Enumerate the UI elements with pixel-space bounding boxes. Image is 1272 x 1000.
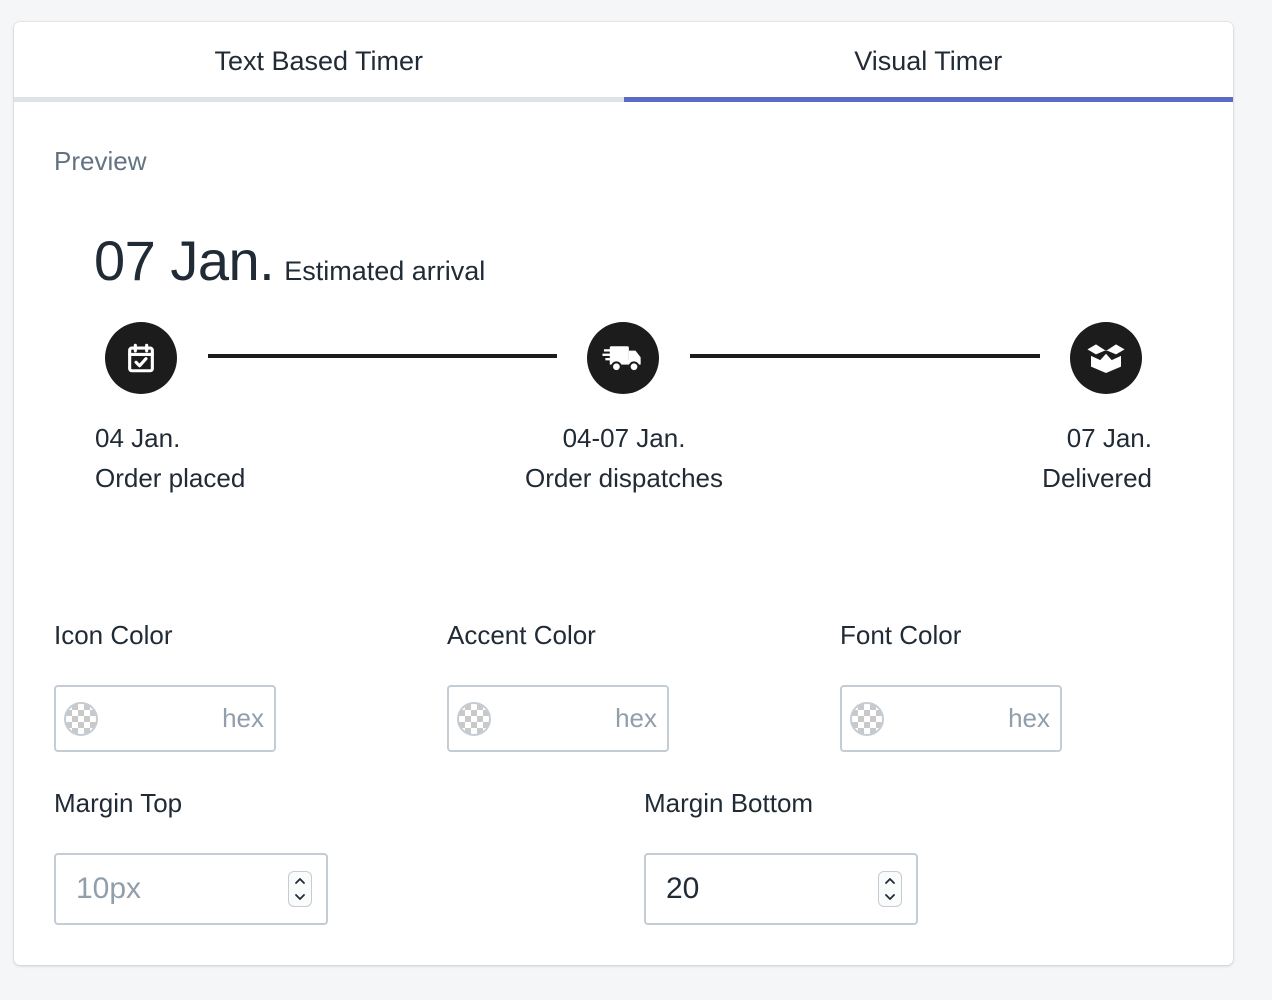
- calendar-check-icon: [128, 343, 154, 373]
- tab-text-based-timer[interactable]: Text Based Timer: [14, 22, 624, 102]
- estimated-arrival-date: 07 Jan.: [94, 229, 275, 292]
- tab-label: Visual Timer: [854, 45, 1003, 76]
- tab-visual-timer[interactable]: Visual Timer: [623, 22, 1234, 102]
- step-label: Order dispatches: [525, 463, 723, 493]
- truck-icon: [602, 346, 641, 373]
- margin-top-placeholder: 10px: [76, 872, 142, 905]
- visual-timer-card: Text Based Timer Visual Timer Preview 07…: [14, 22, 1233, 965]
- step-date: 07 Jan.: [1066, 423, 1152, 453]
- step-date: 04 Jan.: [95, 423, 181, 453]
- step-label: Order placed: [95, 463, 246, 493]
- box-icon: [1087, 344, 1125, 373]
- hex-placeholder: hex: [222, 703, 264, 733]
- step-order-dispatches: [587, 322, 659, 394]
- timeline-connector: [208, 354, 557, 358]
- step-order-placed-text: 04 Jan. Order placed: [95, 418, 245, 498]
- margin-bottom-stepper[interactable]: [878, 871, 902, 907]
- timer-tabs: Text Based Timer Visual Timer: [14, 22, 1233, 102]
- hex-placeholder: hex: [615, 703, 657, 733]
- hex-placeholder: hex: [1008, 703, 1050, 733]
- step-delivered-text: 07 Jan. Delivered: [1042, 418, 1152, 498]
- icon-color-label: Icon Color: [54, 620, 173, 650]
- tab-label: Text Based Timer: [214, 45, 424, 76]
- margin-top-stepper[interactable]: [288, 871, 312, 907]
- margin-bottom-label: Margin Bottom: [644, 788, 814, 818]
- step-date: 04-07 Jan.: [562, 423, 686, 453]
- color-swatch-icon[interactable]: [850, 701, 884, 736]
- font-color-field[interactable]: hex: [840, 685, 1062, 752]
- color-swatch-icon[interactable]: [457, 701, 491, 736]
- step-order-dispatches-text: 04-07 Jan. Order dispatches: [474, 418, 774, 498]
- color-swatch-icon[interactable]: [64, 701, 98, 736]
- stepper-up-icon[interactable]: [879, 873, 901, 889]
- icon-color-field[interactable]: hex: [54, 685, 276, 752]
- stepper-down-icon[interactable]: [289, 889, 311, 905]
- margin-bottom-value: 20: [666, 872, 700, 905]
- font-color-label: Font Color: [840, 620, 962, 650]
- step-label: Delivered: [1042, 463, 1152, 493]
- accent-color-label: Accent Color: [447, 620, 596, 650]
- accent-color-field[interactable]: hex: [447, 685, 669, 752]
- step-delivered: [1070, 322, 1142, 394]
- stepper-down-icon[interactable]: [879, 889, 901, 905]
- estimated-arrival-label: Estimated arrival: [284, 256, 486, 286]
- step-order-placed: [105, 322, 177, 394]
- preview-heading: Preview: [54, 146, 147, 176]
- margin-top-label: Margin Top: [54, 788, 183, 818]
- estimated-arrival: 07 Jan. Estimated arrival: [94, 228, 485, 293]
- timeline-connector: [690, 354, 1040, 358]
- margin-top-input[interactable]: 10px: [54, 853, 328, 925]
- stepper-up-icon[interactable]: [289, 873, 311, 889]
- margin-bottom-input[interactable]: 20: [644, 853, 918, 925]
